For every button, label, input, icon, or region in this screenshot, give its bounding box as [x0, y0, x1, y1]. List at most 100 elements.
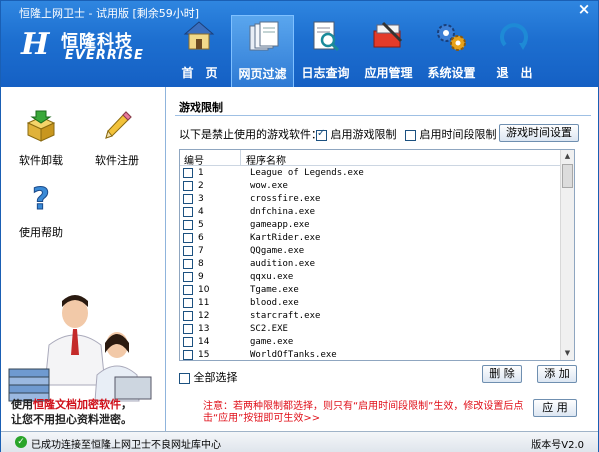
select-all-checkbox[interactable] — [179, 372, 190, 384]
nav-app-manage-label: 应用管理 — [364, 66, 413, 80]
scroll-up-icon[interactable]: ▲ — [561, 150, 574, 163]
status-text: 已成功连接至恒隆上网卫士不良网址库中心 — [31, 440, 221, 451]
row-program-name: League of Legends.exe — [250, 168, 364, 178]
row-checkbox[interactable] — [183, 233, 193, 243]
row-program-name: gameapp.exe — [250, 220, 310, 230]
row-checkbox[interactable] — [183, 220, 193, 230]
status-bar: ✓ 已成功连接至恒隆上网卫士不良网址库中心 版本号V2.0 — [1, 431, 598, 452]
table-row[interactable]: 13 SC2.EXE — [180, 323, 561, 336]
table-row[interactable]: 1 League of Legends.exe — [180, 167, 561, 180]
row-checkbox[interactable] — [183, 181, 193, 191]
uninstall-button[interactable]: 软件卸载 — [11, 109, 71, 168]
exit-icon — [500, 23, 528, 50]
row-num: 9 — [198, 272, 204, 282]
nav-web-filter[interactable]: 网页过滤 — [231, 15, 294, 87]
add-button[interactable]: 添 加 — [537, 365, 577, 383]
pencil-icon — [105, 111, 132, 139]
enable-time-limit-option[interactable]: 启用时间段限制 — [405, 126, 497, 142]
header-bar: 恒隆上网卫士 - 试用版 [剩余59小时] × H 恒隆科技 EVERRISE … — [1, 1, 598, 87]
row-checkbox[interactable] — [183, 298, 193, 308]
scroll-thumb[interactable] — [562, 164, 573, 188]
nav-settings-label: 系统设置 — [427, 66, 476, 80]
row-program-name: qqxu.exe — [250, 272, 294, 282]
register-button[interactable]: 软件注册 — [87, 109, 147, 168]
enable-game-limit-option[interactable]: 启用游戏限制 — [316, 126, 397, 142]
table-scrollbar[interactable]: ▲ ▼ — [560, 150, 574, 360]
nav-exit[interactable]: 退 出 — [483, 15, 546, 87]
row-checkbox[interactable] — [183, 246, 193, 256]
row-num: 3 — [198, 194, 204, 204]
check-circle-icon: ✓ — [15, 436, 27, 448]
table-row[interactable]: 7 QQgame.exe — [180, 245, 561, 258]
apply-button[interactable]: 应 用 — [533, 399, 577, 417]
row-checkbox[interactable] — [183, 259, 193, 269]
nav-home-label: 首 页 — [181, 66, 218, 80]
row-checkbox[interactable] — [183, 194, 193, 204]
row-program-name: KartRider.exe — [250, 233, 321, 243]
nav-log-search-label: 日志查询 — [301, 66, 350, 80]
table-row[interactable]: 9 qqxu.exe — [180, 271, 561, 284]
enable-game-limit-checkbox[interactable] — [316, 128, 327, 141]
home-icon — [183, 21, 215, 50]
ad-line2: 让您不用担心资料泄密。 — [11, 413, 132, 426]
row-program-name: Tgame.exe — [250, 285, 299, 295]
table-row[interactable]: 5 gameapp.exe — [180, 219, 561, 232]
section-divider — [175, 115, 591, 116]
scroll-down-icon[interactable]: ▼ — [561, 347, 574, 360]
row-program-name: crossfire.exe — [250, 194, 321, 204]
help-button[interactable]: ? 使用帮助 — [11, 181, 71, 240]
row-checkbox[interactable] — [183, 168, 193, 178]
col-name-header: 程序名称 — [246, 156, 286, 167]
row-program-name: QQgame.exe — [250, 246, 305, 256]
ad-text: 使用恒隆文档加密软件， 让您不用担心资料泄密。 — [11, 397, 132, 427]
row-checkbox[interactable] — [183, 324, 193, 334]
help-question-icon: ? — [32, 182, 50, 218]
delete-button[interactable]: 删 除 — [482, 365, 522, 383]
row-num: 14 — [198, 337, 210, 347]
app-window: 恒隆上网卫士 - 试用版 [剩余59小时] × H 恒隆科技 EVERRISE … — [0, 0, 599, 452]
gears-icon — [437, 24, 466, 51]
row-checkbox[interactable] — [183, 285, 193, 295]
ad-line1-highlight: 恒隆文档加密软件 — [33, 398, 121, 411]
main-panel: 游戏限制 以下是禁止使用的游戏软件： 启用游戏限制 启用时间段限制 游戏时间设置… — [167, 87, 598, 431]
game-limit-toolbar: 以下是禁止使用的游戏软件： 启用游戏限制 启用时间段限制 游戏时间设置 — [179, 124, 591, 142]
enable-time-limit-checkbox[interactable] — [405, 129, 416, 141]
row-checkbox[interactable] — [183, 337, 193, 347]
row-program-name: game.exe — [250, 337, 294, 347]
list-label: 以下是禁止使用的游戏软件： — [179, 128, 322, 141]
row-num: 8 — [198, 259, 204, 269]
row-num: 11 — [198, 298, 210, 308]
col-num-header: 编号 — [184, 156, 204, 167]
table-row[interactable]: 15 WorldOfTanks.exe — [180, 349, 561, 360]
table-header: 编号 程序名称 — [180, 150, 561, 167]
table-row[interactable]: 3 crossfire.exe — [180, 193, 561, 206]
row-program-name: starcraft.exe — [250, 311, 321, 321]
row-num: 13 — [198, 324, 210, 334]
row-checkbox[interactable] — [183, 272, 193, 282]
row-checkbox[interactable] — [183, 350, 193, 360]
table-row[interactable]: 14 game.exe — [180, 336, 561, 349]
table-row[interactable]: 6 KartRider.exe — [180, 232, 561, 245]
row-num: 15 — [198, 350, 210, 360]
select-all-option[interactable]: 全部选择 — [179, 369, 238, 385]
pages-icon — [249, 21, 279, 51]
table-row[interactable]: 8 audition.exe — [180, 258, 561, 271]
table-row[interactable]: 2 wow.exe — [180, 180, 561, 193]
table-row[interactable]: 4 dnfchina.exe — [180, 206, 561, 219]
row-num: 4 — [198, 207, 204, 217]
row-checkbox[interactable] — [183, 207, 193, 217]
nav-app-manage[interactable]: 应用管理 — [357, 15, 420, 87]
enable-time-limit-label: 启用时间段限制 — [419, 128, 497, 141]
nav-home[interactable]: 首 页 — [168, 15, 231, 87]
table-row[interactable]: 12 starcraft.exe — [180, 310, 561, 323]
game-time-settings-button[interactable]: 游戏时间设置 — [499, 124, 579, 142]
table-row[interactable]: 11 blood.exe — [180, 297, 561, 310]
close-button[interactable]: × — [576, 1, 592, 17]
row-program-name: blood.exe — [250, 298, 299, 308]
sidebar: 软件卸载 软件注册 ? 使用帮助 使用恒隆文档加密软件， 让您不用担心资料泄密。 — [1, 87, 166, 431]
logo-mark: H — [21, 27, 50, 62]
nav-log-search[interactable]: 日志查询 — [294, 15, 357, 87]
nav-settings[interactable]: 系统设置 — [420, 15, 483, 87]
row-checkbox[interactable] — [183, 311, 193, 321]
table-row[interactable]: 10 Tgame.exe — [180, 284, 561, 297]
